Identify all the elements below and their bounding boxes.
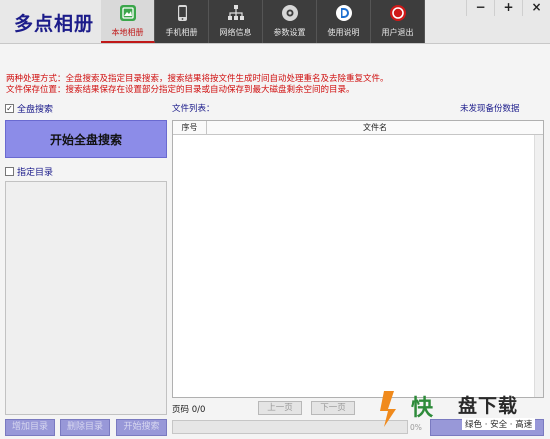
- watermark-brand: 盘下载: [458, 395, 519, 417]
- image-icon: [119, 5, 136, 21]
- add-dir-button[interactable]: 增加目录: [5, 419, 55, 436]
- table-header: 序号 文件名: [173, 121, 543, 135]
- checkbox-unchecked-icon: [5, 167, 14, 176]
- tab-phone-album[interactable]: 手机相册: [155, 0, 209, 43]
- minimize-button[interactable]: −: [466, 0, 494, 16]
- tab-label: 用户退出: [381, 28, 414, 37]
- tab-settings[interactable]: 参数设置: [263, 0, 317, 43]
- prev-page-button[interactable]: 上一页: [258, 401, 302, 415]
- full-search-checkbox[interactable]: ✓ 全盘搜索: [5, 102, 53, 115]
- info-line-save-location: 文件保存位置：搜索结果保存在设置部分指定的目录或自动保存到最大磁盘剩余空间的目录…: [6, 85, 355, 95]
- delete-dir-button[interactable]: 删除目录: [60, 419, 110, 436]
- page-info: 页码 0/0: [172, 405, 206, 415]
- tab-label: 参数设置: [273, 28, 306, 37]
- directory-list[interactable]: [5, 181, 167, 415]
- window-controls: − + ×: [466, 0, 550, 16]
- network-icon: [227, 5, 244, 20]
- column-header-filename[interactable]: 文件名: [207, 121, 543, 134]
- watermark-slogan: 绿色 · 安全 · 高速: [462, 418, 536, 430]
- help-d-icon: [335, 5, 352, 21]
- phone-icon: [177, 5, 187, 21]
- progress-bar: [172, 420, 408, 434]
- column-header-no[interactable]: 序号: [173, 121, 207, 134]
- specify-dir-checkbox[interactable]: 指定目录: [5, 165, 53, 178]
- tab-label: 本地相册: [111, 28, 144, 37]
- exit-icon: [389, 5, 406, 21]
- start-full-search-button[interactable]: 开始全盘搜索: [5, 120, 167, 158]
- top-toolbar: 多点相册 本地相册 手机相册 网络信息 参数设置 使用说明 用户退出 − + ×: [0, 0, 550, 44]
- close-button[interactable]: ×: [522, 0, 550, 16]
- tab-local-album[interactable]: 本地相册: [101, 0, 155, 43]
- tab-label: 手机相册: [165, 28, 198, 37]
- tab-help[interactable]: 使用说明: [317, 0, 371, 43]
- app-title: 多点相册: [14, 13, 95, 35]
- next-page-button[interactable]: 下一页: [311, 401, 355, 415]
- tab-user-logout[interactable]: 用户退出: [371, 0, 425, 43]
- watermark-logo-icon: [380, 391, 396, 427]
- tab-network-info[interactable]: 网络信息: [209, 0, 263, 43]
- no-backup-status: 未发现备份数据: [460, 104, 520, 114]
- file-list-label: 文件列表：: [172, 104, 215, 114]
- watermark-kuai: 快: [411, 396, 434, 421]
- vertical-scrollbar[interactable]: [534, 135, 543, 397]
- start-search-button[interactable]: 开始搜索: [116, 419, 167, 436]
- tab-label: 使用说明: [327, 28, 360, 37]
- checkbox-checked-icon: ✓: [5, 104, 14, 113]
- tab-label: 网络信息: [219, 28, 252, 37]
- full-search-label: 全盘搜索: [17, 105, 54, 115]
- gear-icon: [281, 5, 298, 21]
- maximize-button[interactable]: +: [494, 0, 522, 16]
- watermark: 快 盘下载 绿色 · 安全 · 高速: [378, 386, 548, 436]
- file-table[interactable]: 序号 文件名: [172, 120, 544, 398]
- specify-dir-label: 指定目录: [17, 168, 54, 178]
